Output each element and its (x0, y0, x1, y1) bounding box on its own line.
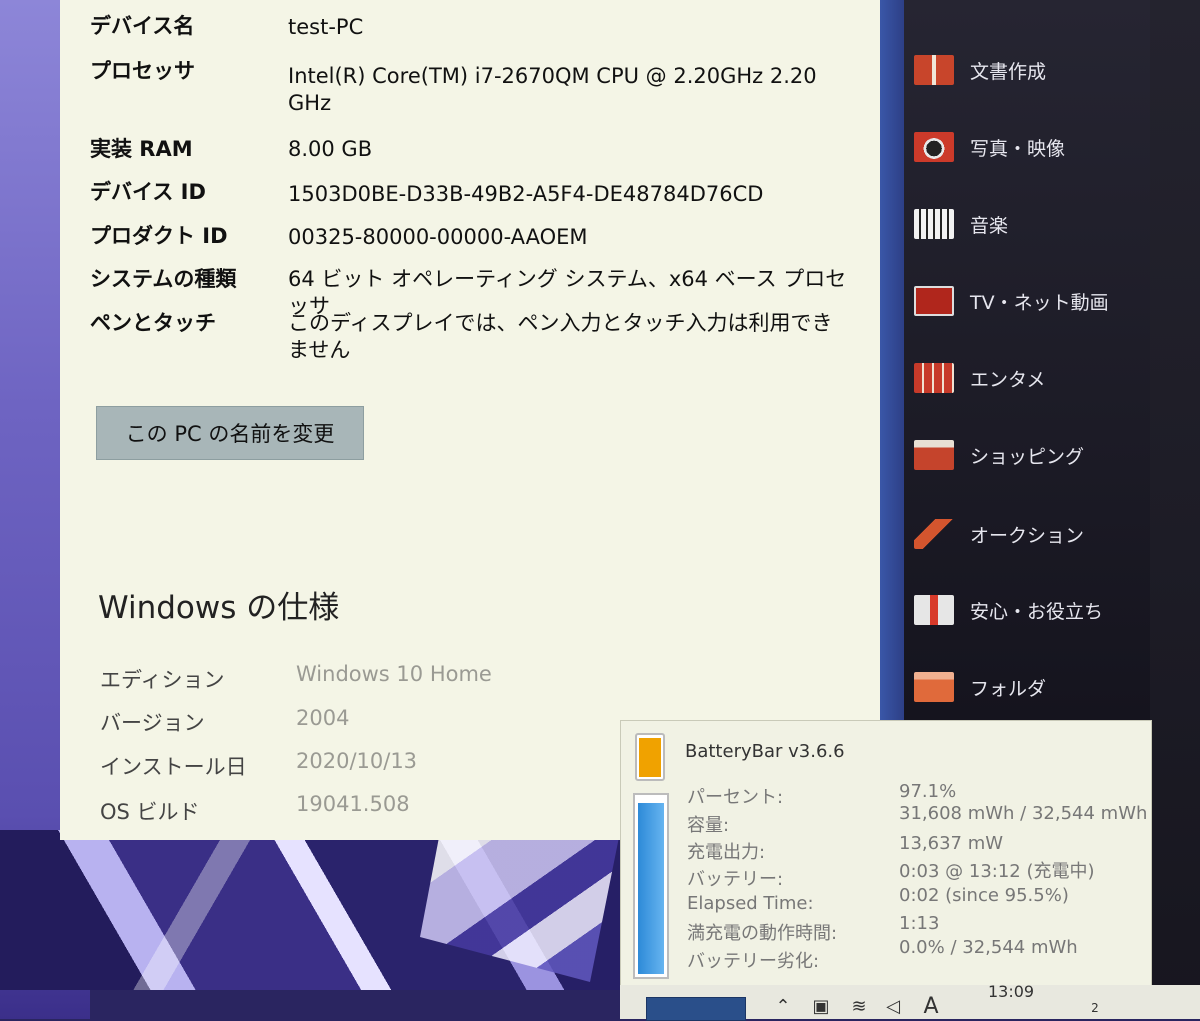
app-launcher-panel: 文書作成 写真・映像 音楽 TV・ネット動画 エンタメ ショッピング オークショ… (880, 0, 1150, 720)
window-right-edge (1150, 0, 1200, 1019)
bat-capacity-label: 容量: (687, 815, 730, 836)
launcher-item-safety[interactable]: 安心・お役立ち (914, 590, 1103, 630)
bat-charge-rate-label: 充電出力: (687, 842, 766, 863)
version-label: バージョン (100, 711, 205, 735)
launcher-item-label: 写真・映像 (970, 137, 1066, 160)
battery-small-icon (635, 733, 665, 781)
bat-full-runtime-label: 満充電の動作時間: (687, 923, 838, 944)
processor-value: Intel(R) Core(TM) i7-2670QM CPU @ 2.20GH… (288, 64, 817, 115)
network-adapter-icon[interactable]: ▣ (810, 997, 832, 1017)
taskbar-battery-app-button[interactable] (646, 997, 746, 1021)
battery-small-fill (639, 738, 661, 777)
launcher-item-auction[interactable]: オークション (914, 514, 1084, 554)
first-aid-icon (914, 595, 954, 625)
bat-percent-label: パーセント: (687, 787, 784, 808)
chevron-up-icon[interactable]: ⌃ (772, 997, 794, 1017)
device-name-label: デバイス名 (90, 14, 195, 38)
edition-value: Windows 10 Home (296, 662, 492, 686)
notification-icon[interactable]: 2 (1084, 997, 1106, 1017)
launcher-item-label: ショッピング (970, 445, 1085, 468)
bat-charge-rate-value: 13,637 mW (899, 833, 1004, 854)
launcher-item-label: オークション (970, 524, 1085, 547)
processor-label: プロセッサ (90, 59, 195, 83)
folder-icon (914, 672, 954, 702)
bat-wear-label: バッテリー劣化: (687, 951, 820, 972)
battery-level-fill (638, 803, 664, 974)
launcher-item-entertainment[interactable]: エンタメ (914, 358, 1045, 398)
launcher-item-music[interactable]: 音楽 (914, 204, 1008, 244)
volume-icon[interactable]: ◁ (882, 997, 904, 1017)
taskbar-clock[interactable]: 13:09 (988, 982, 1034, 1001)
ram-label: 実装 RAM (90, 137, 193, 161)
install-date-label: インストール日 (100, 755, 247, 779)
install-date-value: 2020/10/13 (296, 749, 418, 773)
device-id-value: 1503D0BE-D33B-49B2-A5F4-DE48784D76CD (288, 182, 764, 206)
notification-count: 2 (1091, 1001, 1099, 1015)
os-build-value: 19041.508 (296, 792, 410, 816)
bat-time-label: バッテリー: (687, 869, 784, 890)
system-type-label: システムの種類 (90, 267, 237, 291)
windows-spec-heading: Windows の仕様 (98, 590, 340, 626)
launcher-item-label: TV・ネット動画 (970, 291, 1109, 314)
batterybar-popup: BatteryBar v3.6.6 パーセント: 97.1% 容量: 31,60… (620, 720, 1152, 987)
launcher-item-label: 音楽 (970, 214, 1009, 237)
cart-icon (914, 440, 954, 470)
camera-icon (914, 132, 954, 162)
bat-wear-value: 0.0% / 32,544 mWh (899, 937, 1078, 958)
bat-full-runtime-value: 1:13 (899, 913, 940, 934)
document-icon (914, 55, 954, 85)
ime-indicator[interactable]: A (920, 996, 942, 1018)
launcher-item-photo-video[interactable]: 写真・映像 (914, 127, 1065, 167)
product-id-label: プロダクト ID (90, 224, 228, 248)
edition-label: エディション (100, 668, 225, 692)
bat-percent-value: 97.1% (899, 781, 957, 802)
rename-pc-button[interactable]: この PC の名前を変更 (96, 406, 364, 460)
launcher-item-label: エンタメ (970, 368, 1046, 391)
pen-touch-value: このディスプレイでは、ペン入力とタッチ入力は利用できません (288, 311, 833, 362)
bat-time-value: 0:03 @ 13:12 (充電中) (899, 861, 1095, 882)
launcher-item-label: フォルダ (970, 677, 1047, 700)
launcher-item-document[interactable]: 文書作成 (914, 50, 1046, 90)
device-id-label: デバイス ID (90, 180, 206, 204)
launcher-item-label: 安心・お役立ち (970, 600, 1104, 623)
launcher-item-tv[interactable]: TV・ネット動画 (914, 281, 1109, 321)
ram-value: 8.00 GB (288, 137, 373, 161)
bat-elapsed-label: Elapsed Time: (687, 893, 814, 914)
gavel-icon (914, 519, 954, 549)
launcher-item-label: 文書作成 (970, 60, 1047, 83)
product-id-value: 00325-80000-00000-AAOEM (288, 225, 588, 249)
launcher-item-folder[interactable]: フォルダ (914, 667, 1046, 707)
battery-level-gauge (633, 793, 669, 979)
piano-icon (914, 209, 954, 239)
launcher-item-shopping[interactable]: ショッピング (914, 435, 1084, 475)
about-settings-window: デバイス名 test-PC プロセッサ Intel(R) Core(TM) i7… (60, 0, 880, 840)
bat-capacity-value: 31,608 mWh / 32,544 mWh (899, 803, 1148, 824)
device-name-value: test-PC (288, 15, 364, 39)
batterybar-title: BatteryBar v3.6.6 (685, 741, 845, 762)
wifi-icon[interactable]: ≋ (848, 997, 870, 1017)
version-value: 2004 (296, 706, 350, 730)
os-build-label: OS ビルド (100, 800, 200, 824)
tv-icon (914, 286, 954, 316)
taskbar: ⌃ ▣ ≋ ◁ A 2 (620, 985, 1200, 1021)
film-icon (914, 363, 954, 393)
bat-elapsed-value: 0:02 (since 95.5%) (899, 885, 1069, 906)
pen-touch-label: ペンとタッチ (90, 311, 216, 335)
